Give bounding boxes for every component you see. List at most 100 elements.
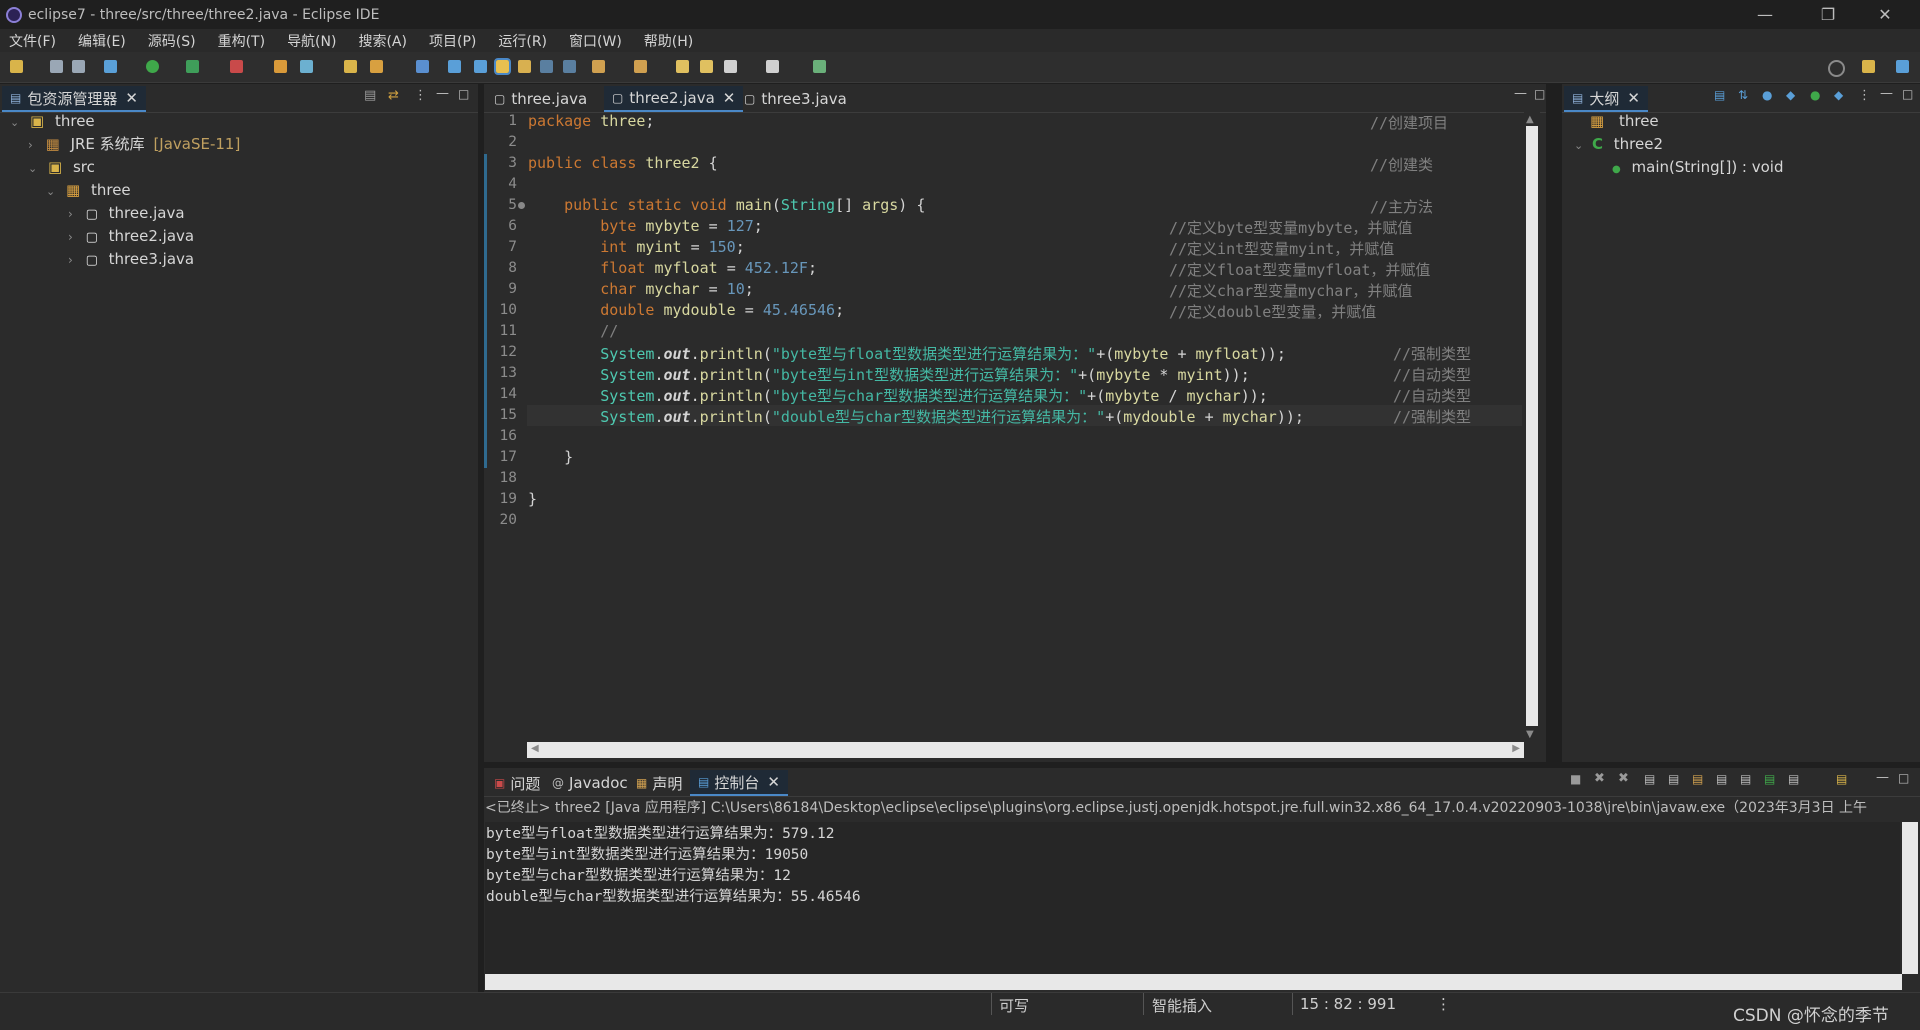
outline-item-class[interactable]: ⌄ C three2 [1574,133,1663,155]
outline-toolbar-icon[interactable]: ▤ [1714,88,1725,102]
outline-item-method[interactable]: ● main(String[]) : void [1612,156,1784,178]
tab-problems[interactable]: ▣ 问题 [486,770,548,796]
remove-launch-icon[interactable]: ✖ [1594,771,1605,786]
open-perspective-icon[interactable] [1862,60,1875,73]
menu-run[interactable]: 运行(R) [489,31,560,51]
next-annotation-icon[interactable] [592,60,605,73]
view-menu-icon[interactable]: ⋮ [1858,88,1871,103]
tree-item-package[interactable]: ⌄ ▦ three [46,179,131,201]
close-window-button[interactable]: ✕ [1862,0,1908,29]
scroll-right-icon[interactable]: ▶ [1512,743,1520,754]
maximize-view-icon[interactable]: □ [1902,87,1913,101]
terminate-icon[interactable]: ■ [1570,772,1581,786]
tab-three3-java[interactable]: ▢ three3.java [736,86,855,112]
tab-console[interactable]: ▤ 控制台 ✕ [690,770,788,796]
forward-edit-icon[interactable] [700,60,713,73]
pilcrow-icon[interactable] [563,60,576,73]
minimize-view-icon[interactable]: — [1876,770,1889,785]
menu-search[interactable]: 搜索(A) [349,31,420,51]
coverage-icon[interactable] [186,60,199,73]
close-tab-icon[interactable]: ✕ [125,89,138,107]
collapse-all-icon[interactable]: ▤ [364,88,376,103]
restore-button[interactable]: ❐ [1805,0,1851,29]
chevron-right-icon[interactable]: › [68,207,73,221]
console-output[interactable]: byte型与float型数据类型进行运算结果为：579.12 byte型与int… [485,822,1900,974]
maximize-view-icon[interactable]: □ [1534,87,1545,101]
tree-item-jre[interactable]: › ▦ JRE 系统库 [JavaSE-11] [28,133,240,155]
link-editor-icon[interactable]: ⇄ [388,88,399,103]
last-edit-location-icon[interactable] [676,60,689,73]
debug-icon[interactable] [104,60,117,73]
show-on-error-icon[interactable]: ▤ [1740,772,1751,786]
hide-static-icon[interactable]: ◆ [1786,88,1795,102]
back-arrow-icon[interactable] [724,60,737,73]
console-horizontal-scrollbar[interactable] [485,974,1902,990]
tab-package-explorer[interactable]: ▤ 包资源管理器 ✕ [2,86,146,112]
save-all-icon[interactable] [72,60,85,73]
tab-outline[interactable]: ▤ 大纲 ✕ [1564,86,1648,112]
run-icon[interactable] [146,60,159,73]
minimize-view-icon[interactable]: — [1514,86,1527,101]
scroll-lock-icon[interactable]: ▤ [1668,772,1679,786]
maximize-view-icon[interactable]: □ [1898,771,1909,785]
minimize-button[interactable]: — [1742,0,1788,29]
pin-console-icon[interactable]: ▤ [1764,772,1775,786]
menu-window[interactable]: 窗口(W) [560,31,635,51]
console-vertical-scrollbar[interactable] [1902,822,1918,974]
chevron-right-icon[interactable]: › [68,230,73,244]
hide-nonpublic-icon[interactable]: ● [1810,88,1820,102]
external-tools-icon[interactable] [230,60,243,73]
show-on-output-icon[interactable]: ▤ [1716,772,1727,786]
minimize-view-icon[interactable]: — [436,86,449,101]
save-icon[interactable] [50,60,63,73]
editor-horizontal-scrollbar[interactable]: ◀ ▶ [527,742,1524,758]
chevron-right-icon[interactable]: › [28,138,33,152]
chevron-down-icon[interactable]: ⌄ [28,162,37,175]
forward-arrow-icon[interactable] [766,60,779,73]
chevron-down-icon[interactable]: ⌄ [10,116,19,129]
tab-declaration[interactable]: ▦ 声明 [628,770,690,796]
editor-vertical-scrollbar[interactable]: ▲ ▼ [1524,112,1540,742]
open-console-icon[interactable]: ▤ [1836,772,1847,786]
chevron-down-icon[interactable]: ⌄ [46,185,55,198]
search-tool-icon[interactable] [370,60,383,73]
maximize-view-icon[interactable]: □ [458,87,469,101]
hide-fields-icon[interactable]: ● [1762,88,1772,102]
new-icon[interactable] [10,60,23,73]
menu-project[interactable]: 项目(P) [420,31,489,51]
open-type-icon[interactable] [344,60,357,73]
remove-all-icon[interactable]: ✖ [1618,771,1629,786]
scrollbar-thumb[interactable] [1526,126,1538,726]
sort-icon[interactable]: ⇅ [1738,88,1748,102]
scroll-down-icon[interactable]: ▼ [1526,729,1534,740]
search-icon[interactable] [1828,60,1845,77]
menu-source[interactable]: 源码(S) [139,31,209,51]
annotation-icon[interactable] [448,60,461,73]
menu-help[interactable]: 帮助(H) [635,31,706,51]
hide-local-types-icon[interactable]: ◆ [1834,88,1843,102]
clear-console-icon[interactable]: ▤ [1644,772,1655,786]
mark-occurrences-icon[interactable] [494,58,511,75]
menu-refactor[interactable]: 重构(T) [209,31,278,51]
java-perspective-icon[interactable] [1896,60,1909,73]
pin-editor-icon[interactable] [813,60,826,73]
block-selection-icon[interactable] [518,60,531,73]
tree-item-project[interactable]: ⌄ ▣ three [10,110,95,132]
show-whitespace-icon[interactable] [540,60,553,73]
tree-item-file[interactable]: › ▢ three3.java [68,248,194,270]
tab-three-java[interactable]: ▢ three.java [486,86,595,112]
new-java-project-icon[interactable] [274,60,287,73]
previous-annotation-icon[interactable] [634,60,647,73]
tree-item-file[interactable]: › ▢ three2.java [68,225,194,247]
tab-javadoc[interactable]: @ Javadoc [544,770,636,796]
tab-three2-java[interactable]: ▢ three2.java ✕ [604,86,744,112]
chevron-right-icon[interactable]: › [68,253,73,267]
outline-item-package[interactable]: ▦ three [1590,110,1659,132]
tree-item-src[interactable]: ⌄ ▣ src [28,156,95,178]
minimize-view-icon[interactable]: — [1880,86,1893,101]
task-icon[interactable] [416,60,429,73]
scroll-up-icon[interactable]: ▲ [1526,114,1534,125]
tree-item-file[interactable]: › ▢ three.java [68,202,185,224]
close-tab-icon[interactable]: ✕ [723,89,736,107]
close-tab-icon[interactable]: ✕ [1627,89,1640,107]
